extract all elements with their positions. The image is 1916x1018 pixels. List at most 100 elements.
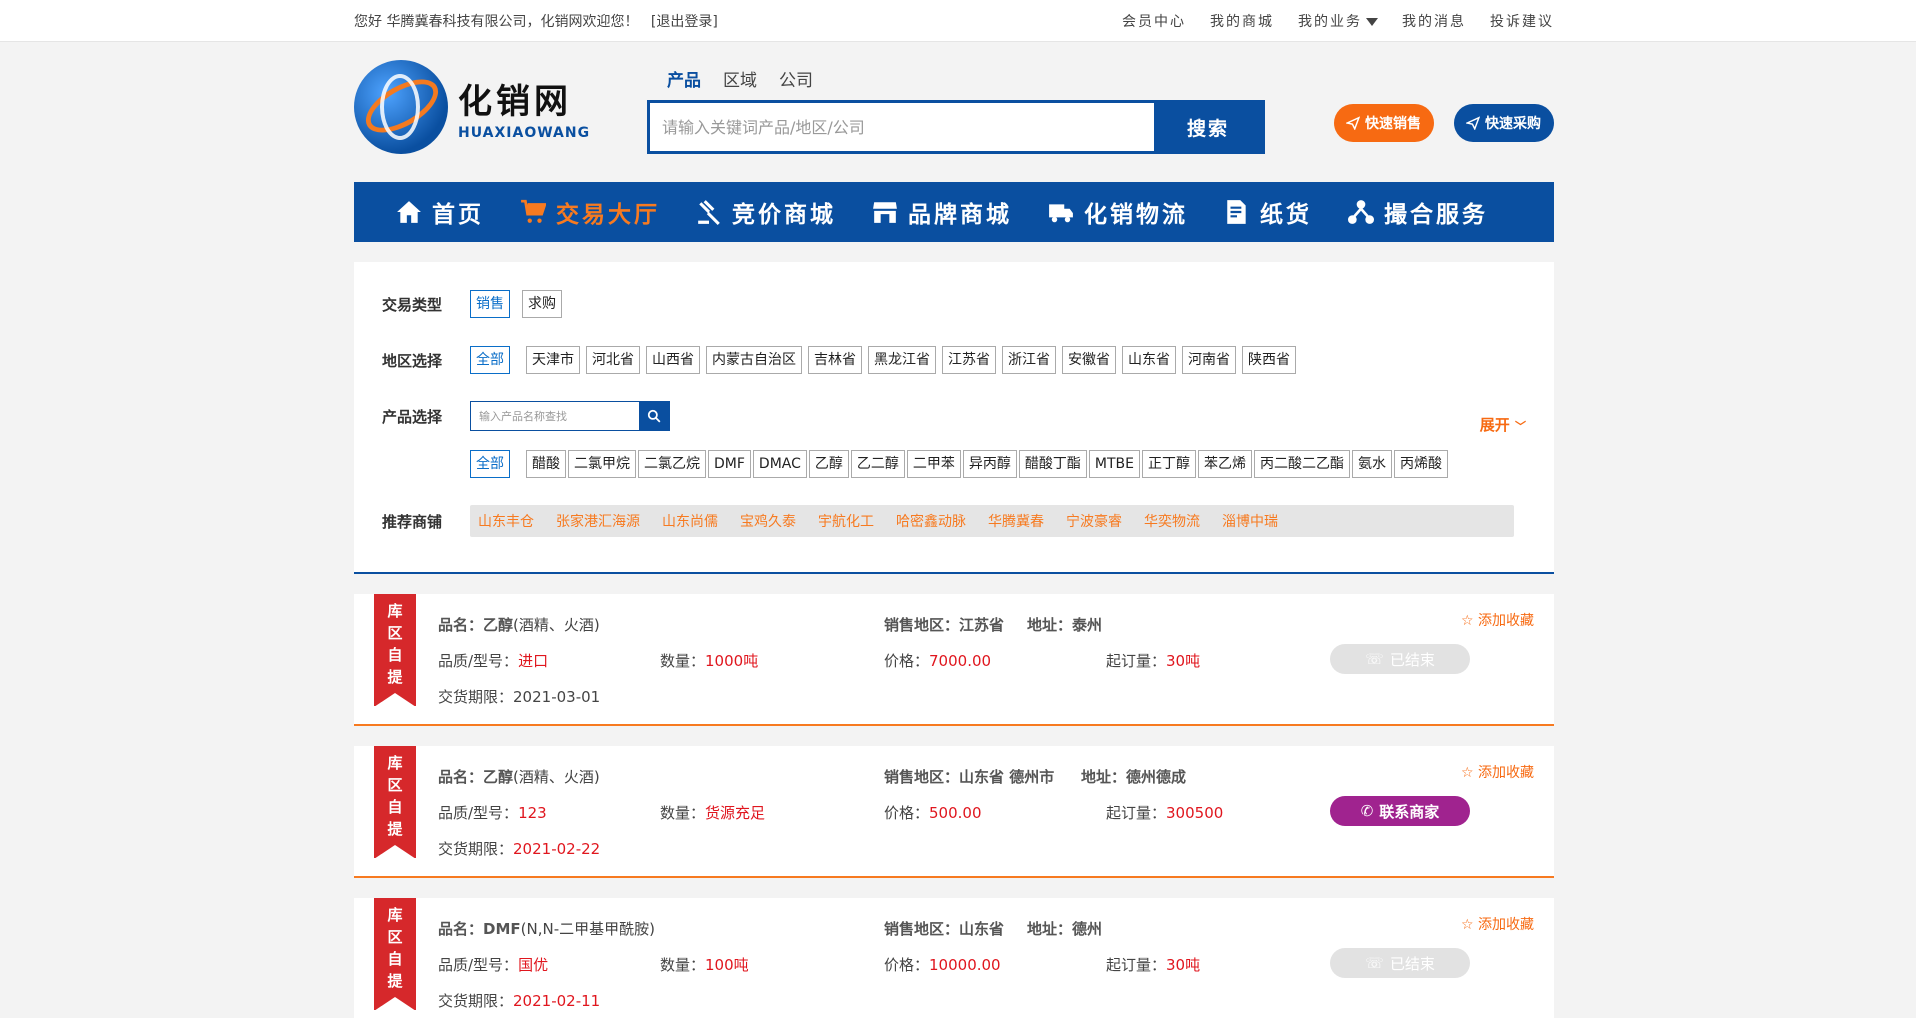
search-tab-product[interactable]: 产品 (667, 66, 701, 92)
region-tag[interactable]: 黑龙江省 (868, 346, 936, 374)
shop-link[interactable]: 山东丰仓 (478, 511, 534, 531)
expand-toggle[interactable]: 展开 ﹀ (1480, 414, 1526, 435)
star-icon: ☆ (1460, 613, 1474, 629)
nav-bidding-mall[interactable]: 竞价商城 (696, 195, 836, 229)
region-all[interactable]: 全部 (470, 346, 510, 374)
product-all[interactable]: 全部 (470, 450, 510, 478)
shop-link[interactable]: 宇航化工 (818, 511, 874, 531)
address: 地址：泰州 (1027, 616, 1103, 634)
region-tag[interactable]: 陕西省 (1242, 346, 1296, 374)
add-favorite-button[interactable]: ☆ 添加收藏 (1461, 914, 1534, 934)
product-name: 品名：乙醇(酒精、火酒) (438, 768, 600, 786)
sales-region: 销售地区：江苏省 (884, 616, 1005, 634)
nav-brand-mall[interactable]: 品牌商城 (872, 195, 1012, 229)
nav-matchmaking-label: 撮合服务 (1384, 202, 1488, 228)
product-tag[interactable]: DMAC (752, 450, 807, 478)
listing-item: 库区自提 品名：DMF(N,N-二甲基甲酰胺) 销售地区：山东省 地址：德州 ☆… (354, 898, 1554, 1018)
product-tag[interactable]: 乙醇 (808, 450, 849, 478)
product-tag[interactable]: 苯乙烯 (1197, 450, 1252, 478)
shop-link[interactable]: 山东尚儒 (662, 511, 718, 531)
region-tag[interactable]: 河北省 (586, 346, 640, 374)
shops-label: 推荐商铺 (382, 512, 443, 531)
my-mall-link[interactable]: 我的商城 (1210, 11, 1274, 31)
product-tag[interactable]: 乙二醇 (850, 450, 905, 478)
region-tag[interactable]: 山西省 (646, 346, 700, 374)
store-icon (873, 202, 897, 223)
shop-link[interactable]: 华奕物流 (1144, 511, 1200, 531)
logo-en-text: HUAXIAOWANG (458, 124, 591, 141)
product-search-input[interactable] (471, 402, 639, 430)
search-tab-region[interactable]: 区域 (723, 66, 757, 92)
nav-matchmaking[interactable]: 撮合服务 (1348, 195, 1488, 229)
nav-paper-goods[interactable]: 纸货 (1224, 195, 1312, 229)
trade-type-sell[interactable]: 销售 (470, 290, 510, 318)
product-tag[interactable]: 正丁醇 (1141, 450, 1196, 478)
search-area: 产品 区域 公司 搜索 (647, 66, 1265, 154)
caret-down-icon (1366, 18, 1378, 26)
region-tag[interactable]: 山东省 (1122, 346, 1176, 374)
shop-link[interactable]: 张家港汇海源 (556, 511, 640, 531)
nav-logistics[interactable]: 化销物流 (1048, 195, 1188, 229)
document-icon (1227, 200, 1246, 224)
phone-icon: ✆ (1360, 802, 1374, 820)
add-favorite-button[interactable]: ☆ 添加收藏 (1461, 762, 1534, 782)
my-business-menu[interactable]: 我的业务 (1298, 11, 1378, 31)
nav-home[interactable]: 首页 (396, 195, 484, 229)
deadline: 交货期限：2021-03-01 (438, 688, 601, 706)
quick-sell-button[interactable]: 快速销售 (1334, 104, 1434, 142)
search-box: 搜索 (647, 100, 1265, 154)
quick-buy-button[interactable]: 快速采购 (1454, 104, 1554, 142)
search-input[interactable] (650, 103, 1154, 151)
nav-trading-hall[interactable]: 交易大厅 (520, 195, 660, 229)
product-tag[interactable]: 氨水 (1351, 450, 1392, 478)
shop-link[interactable]: 宁波豪睿 (1066, 511, 1122, 531)
complaint-link[interactable]: 投诉建议 (1490, 11, 1554, 31)
search-button[interactable]: 搜索 (1154, 103, 1262, 151)
product-tag[interactable]: 醋酸丁酯 (1018, 450, 1087, 478)
chevron-down-icon: ﹀ (1515, 420, 1526, 433)
shop-link[interactable]: 宝鸡久泰 (740, 511, 796, 531)
expand-label: 展开 (1479, 416, 1510, 434)
search-tabs: 产品 区域 公司 (667, 66, 1265, 92)
phone-icon: ☏ (1365, 954, 1384, 972)
region-tag[interactable]: 吉林省 (808, 346, 862, 374)
shop-link[interactable]: 哈密鑫动脉 (896, 511, 966, 531)
search-tab-company[interactable]: 公司 (779, 66, 813, 92)
main-nav: 首页 交易大厅 竞价商城 品牌商城 化销物流 纸货 撮合服务 (354, 182, 1554, 242)
shop-link[interactable]: 华腾冀春 (988, 511, 1044, 531)
region-tag[interactable]: 河南省 (1182, 346, 1236, 374)
product-tag[interactable]: DMF (708, 450, 751, 478)
region-tag[interactable]: 内蒙古自治区 (706, 346, 802, 374)
deadline: 交货期限：2021-02-11 (438, 992, 601, 1010)
product-search-button[interactable] (639, 402, 669, 430)
product-tag[interactable]: 二甲苯 (906, 450, 961, 478)
nav-brand-mall-label: 品牌商城 (908, 202, 1012, 228)
quality: 品质/型号：国优 (438, 956, 549, 974)
welcome-text: 您好 华腾冀春科技有限公司，化销网欢迎您！ (354, 14, 639, 30)
product-tag[interactable]: 醋酸 (526, 450, 566, 478)
address: 地址：德州 (1027, 920, 1103, 938)
product-tag[interactable]: 丙二酸二乙酯 (1253, 450, 1350, 478)
product-tag[interactable]: 异丙醇 (962, 450, 1017, 478)
add-favorite-button[interactable]: ☆ 添加收藏 (1461, 610, 1534, 630)
self-pickup-ribbon: 库区自提 (374, 594, 416, 707)
logout-link[interactable]: [退出登录] (651, 14, 718, 30)
region-tag[interactable]: 江苏省 (942, 346, 996, 374)
region-tag[interactable]: 天津市 (526, 346, 580, 374)
recommended-shops: 山东丰仓 张家港汇海源 山东尚儒 宝鸡久泰 宇航化工 哈密鑫动脉 华腾冀春 宁波… (470, 505, 1514, 537)
product-tag[interactable]: 二氯甲烷 (568, 450, 636, 478)
product-tag[interactable]: 二氯乙烷 (638, 450, 706, 478)
shop-link[interactable]: 淄博中瑞 (1222, 511, 1278, 531)
region-tag[interactable]: 浙江省 (1002, 346, 1056, 374)
my-messages-link[interactable]: 我的消息 (1402, 11, 1466, 31)
contact-seller-button[interactable]: ✆ 联系商家 (1330, 796, 1470, 826)
site-logo[interactable]: 化销网 HUAXIAOWANG (354, 60, 590, 154)
search-icon (647, 409, 661, 423)
product-tag[interactable]: 丙烯酸 (1393, 450, 1448, 478)
member-center-link[interactable]: 会员中心 (1122, 11, 1186, 31)
region-tag[interactable]: 安徽省 (1062, 346, 1116, 374)
region-row: 地区选择 全部 天津市 河北省 山西省 内蒙古自治区 吉林省 黑龙江省 江苏省 … (382, 346, 1302, 374)
star-icon: ☆ (1460, 765, 1474, 781)
trade-type-buy[interactable]: 求购 (522, 290, 562, 318)
product-tag[interactable]: MTBE (1088, 450, 1140, 478)
